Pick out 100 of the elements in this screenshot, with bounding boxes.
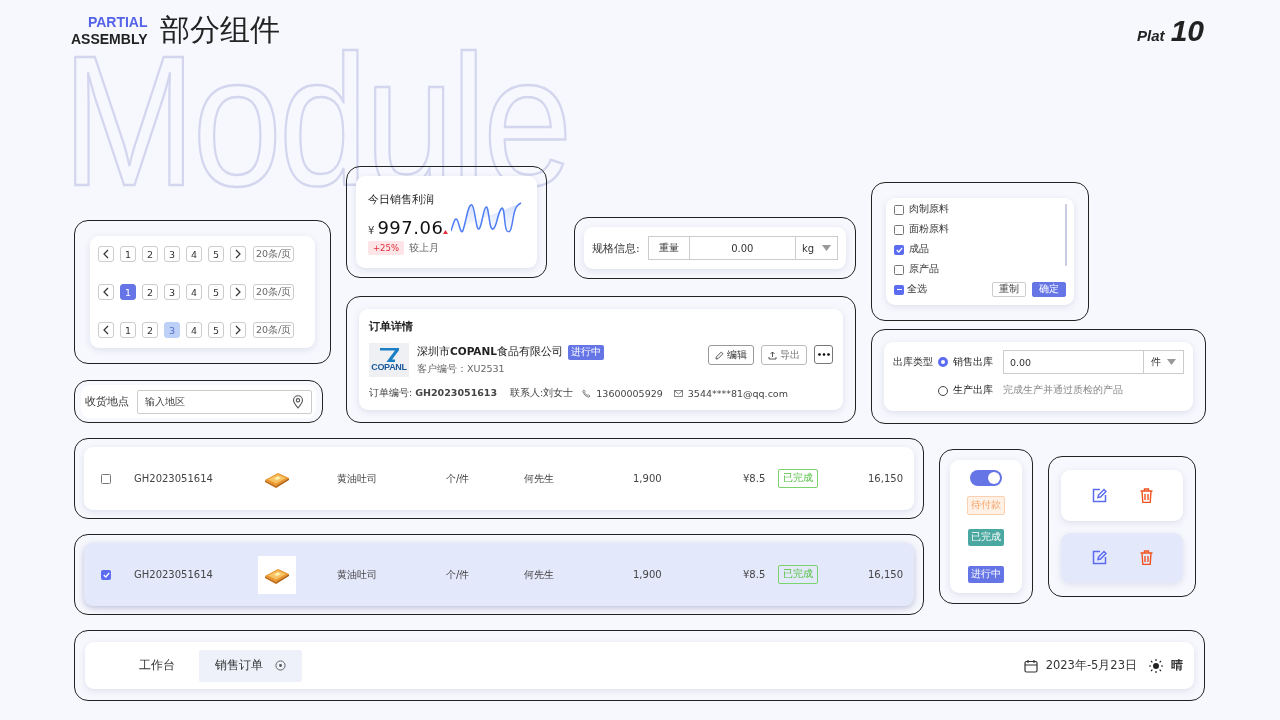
checkbox[interactable] — [894, 204, 904, 215]
table-cell-text: 16,150 — [868, 569, 904, 580]
option-label: 肉制原料 — [909, 203, 949, 216]
mail-icon — [673, 390, 683, 397]
previous-page-button[interactable] — [98, 322, 114, 338]
reset-button[interactable]: 重制 — [992, 282, 1026, 297]
edit-icon[interactable] — [1091, 550, 1107, 566]
company-logo: COPANL — [369, 343, 409, 377]
checkbox[interactable] — [894, 224, 904, 235]
page-button[interactable]: 3 — [164, 246, 180, 262]
page-button[interactable]: 5 — [208, 322, 224, 338]
page-button[interactable]: 2 — [142, 284, 158, 300]
page-button[interactable]: 4 — [186, 246, 202, 262]
phone-number: 13600005929 — [596, 388, 663, 399]
change-badge: +25% — [368, 241, 404, 255]
customer-number: 客户编号：XU2531 — [417, 362, 506, 376]
page-button[interactable]: 2 — [142, 246, 158, 262]
page-title: 部分组件 — [159, 11, 280, 48]
status-tag: 进行中 — [567, 344, 604, 360]
next-page-button[interactable] — [230, 246, 246, 262]
table-row[interactable]: GH2023051614 黄油吐司 个/件 何先生 1,900 ¥8.5 已完成 16,150 — [84, 447, 914, 510]
previous-page-button[interactable] — [98, 284, 114, 300]
contact-person: 联系人:刘女士 — [510, 387, 574, 400]
calendar-icon — [1023, 658, 1038, 673]
chevron-right-icon — [234, 249, 242, 259]
tab[interactable]: 销售订单 — [199, 649, 302, 682]
pencil-icon — [715, 350, 724, 360]
option-label: 成品 — [909, 243, 929, 256]
next-page-button[interactable] — [230, 322, 246, 338]
option-note: 完成生产并通过质检的产品 — [1003, 384, 1123, 398]
phone-icon — [582, 389, 592, 398]
radio-button[interactable] — [938, 385, 948, 396]
page-size-select[interactable]: 20条/页 — [253, 322, 295, 338]
radio-button[interactable] — [938, 357, 948, 368]
subtitle: ASSEMBLY — [71, 30, 148, 48]
status-tag: 已完成 — [778, 469, 818, 488]
table-cell-text: ¥8.5 — [743, 569, 767, 580]
tab[interactable]: 工作台 — [123, 649, 191, 682]
table-cell-text: ¥8.5 — [743, 473, 767, 484]
chevron-left-icon — [102, 249, 110, 259]
table-cell-text: 黄油吐司 — [337, 567, 378, 582]
table-cell-text: 1,900 — [633, 473, 663, 484]
page-button[interactable]: 1 — [120, 284, 136, 300]
status-tag: 进行中 — [968, 566, 1004, 583]
email-address: 3544****81@qq.com — [687, 388, 788, 399]
page-size-select[interactable]: 20条/页 — [253, 284, 295, 300]
address-field[interactable]: 输入地区 — [137, 389, 312, 414]
field-label: 收货地点 — [85, 394, 129, 409]
delete-icon[interactable] — [1139, 550, 1153, 566]
checkbox[interactable] — [101, 569, 111, 580]
export-button[interactable]: 导出 — [761, 345, 807, 365]
date-label: 2023年-5月23日 — [1045, 658, 1137, 673]
toggle-switch[interactable] — [970, 470, 1002, 486]
table-cell-text: GH2023051614 — [134, 569, 214, 580]
currency-sign: ¥ — [368, 225, 375, 236]
page-button[interactable]: 5 — [208, 284, 224, 300]
page-button[interactable]: 5 — [208, 246, 224, 262]
field-label: 规格信息: — [592, 240, 640, 256]
upload-icon — [768, 350, 777, 360]
checkbox[interactable] — [894, 264, 904, 275]
scrollbar[interactable] — [1065, 204, 1067, 266]
status-tag: 待付款 — [967, 496, 1005, 515]
page-button[interactable]: 3 — [164, 284, 180, 300]
page-size-select[interactable]: 20条/页 — [253, 246, 295, 262]
previous-page-button[interactable] — [98, 246, 114, 262]
table-cell-text: 个/件 — [446, 471, 471, 486]
edit-icon[interactable] — [1091, 487, 1107, 503]
card-title: 今日销售利润 — [368, 193, 434, 206]
table-row[interactable]: GH2023051614 黄油吐司 个/件 何先生 1,900 ¥8.5 已完成 16,150 — [84, 543, 914, 606]
weather-label: 晴 — [1171, 658, 1183, 673]
page-button[interactable]: 4 — [186, 322, 202, 338]
target-icon — [275, 660, 286, 671]
option-label: 面粉原料 — [909, 223, 949, 236]
page-button[interactable]: 4 — [186, 284, 202, 300]
status-tag: 已完成 — [968, 529, 1004, 546]
option-label: 销售出库 — [953, 355, 993, 369]
page-button[interactable]: 1 — [120, 322, 136, 338]
checkbox[interactable] — [894, 244, 904, 255]
more-button[interactable] — [814, 345, 833, 364]
table-cell-text: 黄油吐司 — [337, 471, 378, 486]
edit-button[interactable]: 编辑 — [708, 345, 754, 365]
delete-icon[interactable] — [1139, 487, 1153, 503]
table-cell-text: GH2023051614 — [134, 473, 214, 484]
company-name: 深圳市COPANL食品有限公司 — [417, 345, 563, 359]
up-triangle-icon — [443, 230, 449, 234]
checkbox[interactable] — [101, 473, 111, 484]
table-cell-text: 1,900 — [633, 569, 663, 580]
select-all-checkbox[interactable] — [894, 284, 904, 295]
page-button[interactable]: 1 — [120, 246, 136, 262]
option-label: 全选 — [907, 283, 928, 296]
page-button[interactable]: 2 — [142, 322, 158, 338]
profit-value: 997.06 — [377, 217, 444, 238]
chevron-right-icon — [234, 287, 242, 297]
next-page-button[interactable] — [230, 284, 246, 300]
plat-label: Plat — [1137, 27, 1165, 44]
confirm-button[interactable]: 确定 — [1032, 282, 1066, 297]
ellipsis-icon — [817, 353, 830, 356]
subtitle: PARTIAL — [87, 13, 148, 31]
order-number: 订单编号: GH2023051613 — [369, 387, 498, 400]
status-tag: 已完成 — [778, 565, 818, 584]
